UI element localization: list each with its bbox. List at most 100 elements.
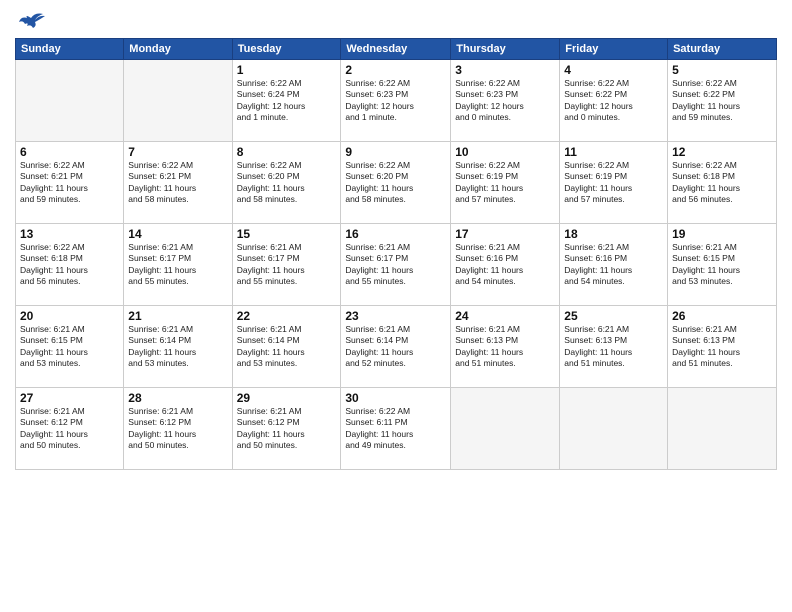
day-number: 4 [564, 63, 663, 77]
weekday-header-friday: Friday [560, 39, 668, 60]
calendar-cell: 25Sunrise: 6:21 AM Sunset: 6:13 PM Dayli… [560, 306, 668, 388]
calendar-cell: 27Sunrise: 6:21 AM Sunset: 6:12 PM Dayli… [16, 388, 124, 470]
weekday-header-monday: Monday [124, 39, 232, 60]
day-info: Sunrise: 6:21 AM Sunset: 6:17 PM Dayligh… [237, 242, 337, 288]
day-info: Sunrise: 6:21 AM Sunset: 6:16 PM Dayligh… [564, 242, 663, 288]
header [15, 10, 777, 30]
day-number: 7 [128, 145, 227, 159]
day-number: 27 [20, 391, 119, 405]
day-number: 12 [672, 145, 772, 159]
calendar-cell: 21Sunrise: 6:21 AM Sunset: 6:14 PM Dayli… [124, 306, 232, 388]
calendar-table: SundayMondayTuesdayWednesdayThursdayFrid… [15, 38, 777, 470]
day-number: 9 [345, 145, 446, 159]
calendar-cell: 26Sunrise: 6:21 AM Sunset: 6:13 PM Dayli… [668, 306, 777, 388]
calendar-cell: 6Sunrise: 6:22 AM Sunset: 6:21 PM Daylig… [16, 142, 124, 224]
day-number: 5 [672, 63, 772, 77]
day-info: Sunrise: 6:21 AM Sunset: 6:12 PM Dayligh… [237, 406, 337, 452]
calendar-week-3: 13Sunrise: 6:22 AM Sunset: 6:18 PM Dayli… [16, 224, 777, 306]
day-info: Sunrise: 6:22 AM Sunset: 6:22 PM Dayligh… [564, 78, 663, 124]
day-info: Sunrise: 6:22 AM Sunset: 6:19 PM Dayligh… [564, 160, 663, 206]
day-info: Sunrise: 6:21 AM Sunset: 6:17 PM Dayligh… [345, 242, 446, 288]
day-info: Sunrise: 6:21 AM Sunset: 6:13 PM Dayligh… [455, 324, 555, 370]
calendar-cell: 9Sunrise: 6:22 AM Sunset: 6:20 PM Daylig… [341, 142, 451, 224]
calendar-week-4: 20Sunrise: 6:21 AM Sunset: 6:15 PM Dayli… [16, 306, 777, 388]
calendar-cell: 7Sunrise: 6:22 AM Sunset: 6:21 PM Daylig… [124, 142, 232, 224]
calendar-cell: 24Sunrise: 6:21 AM Sunset: 6:13 PM Dayli… [451, 306, 560, 388]
calendar-cell: 2Sunrise: 6:22 AM Sunset: 6:23 PM Daylig… [341, 60, 451, 142]
calendar-cell: 19Sunrise: 6:21 AM Sunset: 6:15 PM Dayli… [668, 224, 777, 306]
logo [15, 10, 45, 30]
day-info: Sunrise: 6:21 AM Sunset: 6:12 PM Dayligh… [20, 406, 119, 452]
calendar-cell: 1Sunrise: 6:22 AM Sunset: 6:24 PM Daylig… [232, 60, 341, 142]
day-number: 18 [564, 227, 663, 241]
day-number: 15 [237, 227, 337, 241]
calendar-cell [124, 60, 232, 142]
day-info: Sunrise: 6:22 AM Sunset: 6:19 PM Dayligh… [455, 160, 555, 206]
calendar-week-5: 27Sunrise: 6:21 AM Sunset: 6:12 PM Dayli… [16, 388, 777, 470]
weekday-header-wednesday: Wednesday [341, 39, 451, 60]
day-number: 2 [345, 63, 446, 77]
day-info: Sunrise: 6:22 AM Sunset: 6:18 PM Dayligh… [20, 242, 119, 288]
calendar-cell: 22Sunrise: 6:21 AM Sunset: 6:14 PM Dayli… [232, 306, 341, 388]
day-number: 26 [672, 309, 772, 323]
day-info: Sunrise: 6:22 AM Sunset: 6:21 PM Dayligh… [20, 160, 119, 206]
day-info: Sunrise: 6:21 AM Sunset: 6:16 PM Dayligh… [455, 242, 555, 288]
day-number: 3 [455, 63, 555, 77]
calendar-week-2: 6Sunrise: 6:22 AM Sunset: 6:21 PM Daylig… [16, 142, 777, 224]
calendar-cell: 14Sunrise: 6:21 AM Sunset: 6:17 PM Dayli… [124, 224, 232, 306]
weekday-header-saturday: Saturday [668, 39, 777, 60]
calendar-cell [451, 388, 560, 470]
calendar-cell: 29Sunrise: 6:21 AM Sunset: 6:12 PM Dayli… [232, 388, 341, 470]
calendar-cell: 10Sunrise: 6:22 AM Sunset: 6:19 PM Dayli… [451, 142, 560, 224]
day-info: Sunrise: 6:22 AM Sunset: 6:23 PM Dayligh… [345, 78, 446, 124]
day-number: 10 [455, 145, 555, 159]
day-info: Sunrise: 6:21 AM Sunset: 6:14 PM Dayligh… [128, 324, 227, 370]
day-number: 17 [455, 227, 555, 241]
day-number: 21 [128, 309, 227, 323]
day-info: Sunrise: 6:21 AM Sunset: 6:15 PM Dayligh… [672, 242, 772, 288]
calendar-cell: 15Sunrise: 6:21 AM Sunset: 6:17 PM Dayli… [232, 224, 341, 306]
calendar-cell: 11Sunrise: 6:22 AM Sunset: 6:19 PM Dayli… [560, 142, 668, 224]
day-number: 8 [237, 145, 337, 159]
calendar-cell [16, 60, 124, 142]
calendar-cell: 28Sunrise: 6:21 AM Sunset: 6:12 PM Dayli… [124, 388, 232, 470]
day-info: Sunrise: 6:22 AM Sunset: 6:22 PM Dayligh… [672, 78, 772, 124]
day-info: Sunrise: 6:22 AM Sunset: 6:23 PM Dayligh… [455, 78, 555, 124]
day-info: Sunrise: 6:21 AM Sunset: 6:14 PM Dayligh… [345, 324, 446, 370]
day-number: 20 [20, 309, 119, 323]
day-info: Sunrise: 6:22 AM Sunset: 6:20 PM Dayligh… [345, 160, 446, 206]
calendar-cell: 13Sunrise: 6:22 AM Sunset: 6:18 PM Dayli… [16, 224, 124, 306]
calendar-week-1: 1Sunrise: 6:22 AM Sunset: 6:24 PM Daylig… [16, 60, 777, 142]
calendar-cell: 30Sunrise: 6:22 AM Sunset: 6:11 PM Dayli… [341, 388, 451, 470]
logo-bird-icon [17, 10, 45, 30]
weekday-header-sunday: Sunday [16, 39, 124, 60]
day-info: Sunrise: 6:22 AM Sunset: 6:24 PM Dayligh… [237, 78, 337, 124]
calendar-cell: 18Sunrise: 6:21 AM Sunset: 6:16 PM Dayli… [560, 224, 668, 306]
day-number: 24 [455, 309, 555, 323]
day-number: 13 [20, 227, 119, 241]
calendar-cell: 4Sunrise: 6:22 AM Sunset: 6:22 PM Daylig… [560, 60, 668, 142]
day-number: 11 [564, 145, 663, 159]
calendar-cell: 16Sunrise: 6:21 AM Sunset: 6:17 PM Dayli… [341, 224, 451, 306]
calendar-cell: 17Sunrise: 6:21 AM Sunset: 6:16 PM Dayli… [451, 224, 560, 306]
day-info: Sunrise: 6:22 AM Sunset: 6:20 PM Dayligh… [237, 160, 337, 206]
weekday-header-thursday: Thursday [451, 39, 560, 60]
calendar-cell: 23Sunrise: 6:21 AM Sunset: 6:14 PM Dayli… [341, 306, 451, 388]
day-info: Sunrise: 6:21 AM Sunset: 6:15 PM Dayligh… [20, 324, 119, 370]
page: SundayMondayTuesdayWednesdayThursdayFrid… [0, 0, 792, 612]
day-number: 28 [128, 391, 227, 405]
day-number: 25 [564, 309, 663, 323]
day-number: 16 [345, 227, 446, 241]
weekday-header-row: SundayMondayTuesdayWednesdayThursdayFrid… [16, 39, 777, 60]
weekday-header-tuesday: Tuesday [232, 39, 341, 60]
calendar-cell: 20Sunrise: 6:21 AM Sunset: 6:15 PM Dayli… [16, 306, 124, 388]
calendar-cell: 5Sunrise: 6:22 AM Sunset: 6:22 PM Daylig… [668, 60, 777, 142]
day-info: Sunrise: 6:21 AM Sunset: 6:13 PM Dayligh… [672, 324, 772, 370]
day-info: Sunrise: 6:21 AM Sunset: 6:13 PM Dayligh… [564, 324, 663, 370]
calendar-cell [668, 388, 777, 470]
day-number: 19 [672, 227, 772, 241]
calendar-cell: 3Sunrise: 6:22 AM Sunset: 6:23 PM Daylig… [451, 60, 560, 142]
day-info: Sunrise: 6:21 AM Sunset: 6:17 PM Dayligh… [128, 242, 227, 288]
calendar-cell: 8Sunrise: 6:22 AM Sunset: 6:20 PM Daylig… [232, 142, 341, 224]
calendar-cell: 12Sunrise: 6:22 AM Sunset: 6:18 PM Dayli… [668, 142, 777, 224]
